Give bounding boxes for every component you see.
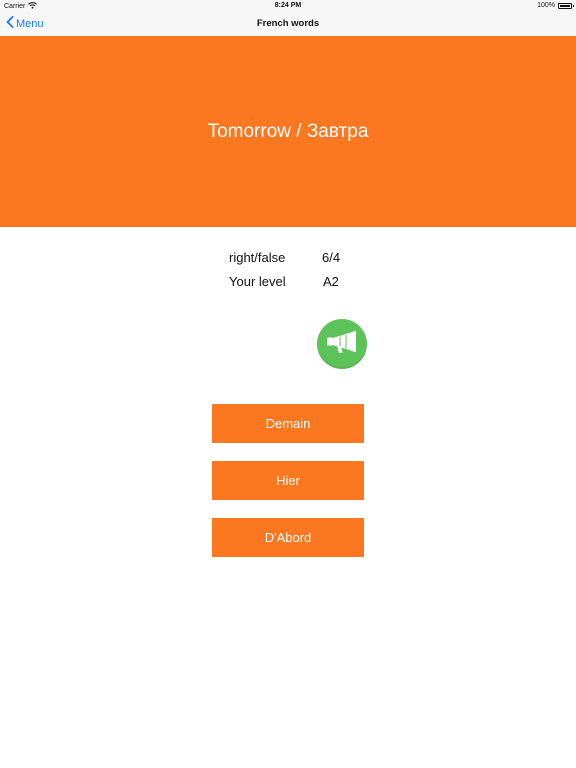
score-label: right/false — [229, 250, 286, 265]
status-right: 100% — [537, 2, 574, 9]
word-prompt: Tomorrow / Завтра — [207, 121, 369, 142]
speak-button[interactable] — [317, 319, 367, 369]
score-row: right/false 6/4 — [0, 250, 576, 268]
answer-button-hier[interactable]: Hier — [212, 461, 364, 500]
app-screen: Carrier 8:24 PM 100% Menu French words T… — [0, 0, 576, 768]
level-value: A2 — [323, 274, 339, 289]
level-row: Your level A2 — [0, 274, 576, 292]
status-bar: Carrier 8:24 PM 100% — [0, 0, 576, 12]
word-banner: Tomorrow / Завтра — [0, 36, 576, 227]
level-label: Your level — [229, 274, 286, 289]
navigation-bar: Menu French words — [0, 12, 576, 36]
answer-button-demain[interactable]: Demain — [212, 404, 364, 443]
megaphone-icon — [324, 328, 360, 361]
battery-fill — [560, 4, 570, 7]
answer-button-dabord[interactable]: D'Abord — [212, 518, 364, 557]
status-time: 8:24 PM — [274, 2, 302, 9]
page-title: French words — [256, 18, 320, 29]
battery-percent: 100% — [537, 2, 555, 9]
score-value: 6/4 — [322, 250, 341, 265]
battery-icon — [558, 2, 574, 9]
